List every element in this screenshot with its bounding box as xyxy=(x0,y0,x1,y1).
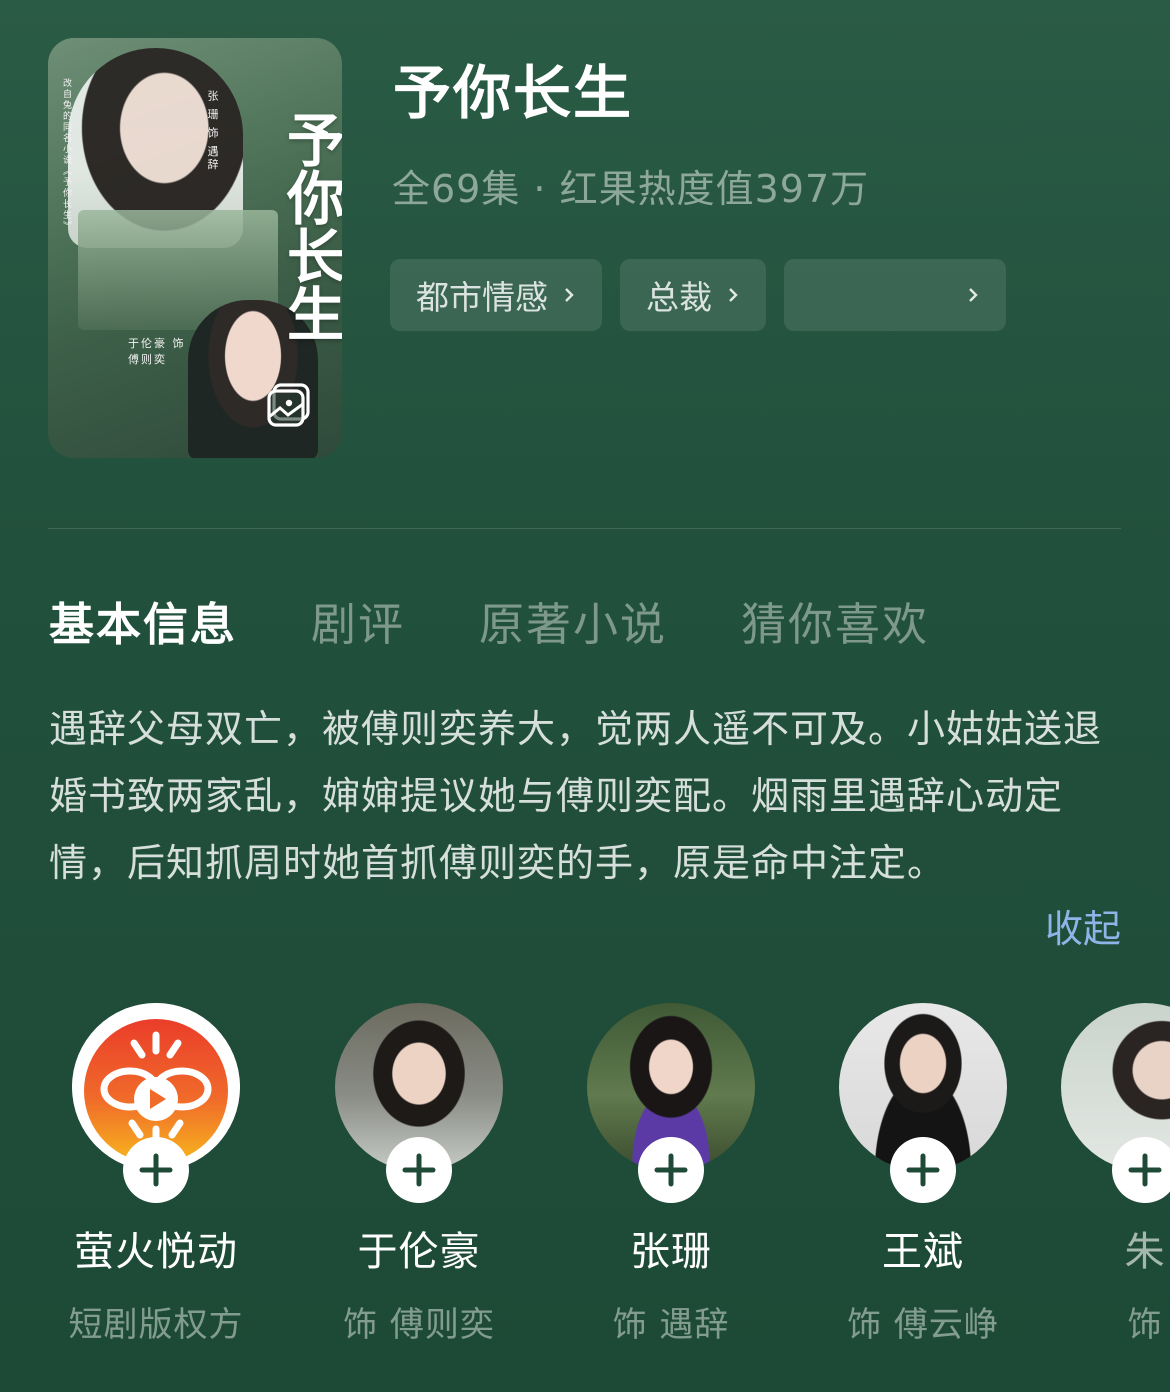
collapse-button[interactable]: 收起 xyxy=(1045,898,1121,953)
poster-calligraphy-title: 予你长生 xyxy=(277,110,342,342)
synopsis-text: 遇辞父母双亡，被傅则奕养大，觉两人遥不可及。小姑姑送退婚书致两家乱，婶婶提议她与… xyxy=(49,707,1103,885)
plus-icon xyxy=(139,1153,173,1187)
episode-heat-info: 全69集 · 红果热度值397万 xyxy=(392,167,870,211)
follow-button[interactable] xyxy=(386,1137,452,1203)
tag-more[interactable] xyxy=(784,259,1006,331)
cast-role: 饰 傅云峥 xyxy=(847,1305,999,1345)
cast-name: 朱 xyxy=(1124,1229,1166,1275)
drama-poster[interactable]: 予你长生 张 珊 饰 遇辞 改自兔的同名小说《予你长生》 于伦豪 饰 傅则奕 xyxy=(48,38,342,458)
avatar[interactable] xyxy=(335,1003,503,1203)
avatar[interactable] xyxy=(587,1003,755,1203)
poster-credit-bottom: 于伦豪 饰 傅则奕 xyxy=(128,337,186,366)
cast-name: 王斌 xyxy=(882,1229,964,1275)
avatar[interactable] xyxy=(72,1003,240,1203)
cast-role: 短剧版权方 xyxy=(68,1305,244,1345)
plus-icon xyxy=(654,1153,688,1187)
plus-icon xyxy=(906,1153,940,1187)
poster-credit-top: 张 珊 饰 遇辞 xyxy=(206,90,219,172)
tag-label: 总裁 xyxy=(646,278,712,317)
cast-role: 饰 xyxy=(1127,1305,1163,1345)
tag-label: 都市情感 xyxy=(416,278,548,317)
cast-name: 于伦豪 xyxy=(357,1229,481,1275)
cast-member[interactable]: 张珊 饰 遇辞 xyxy=(541,1003,801,1346)
tab-basic-info[interactable]: 基本信息 xyxy=(49,588,237,653)
chevron-right-icon xyxy=(565,288,574,302)
follow-button[interactable] xyxy=(890,1137,956,1203)
tag-urban-romance[interactable]: 都市情感 xyxy=(390,259,602,331)
cast-role: 饰 遇辞 xyxy=(612,1305,730,1345)
cast-role: 饰 傅则奕 xyxy=(343,1305,495,1345)
cast-list: 萤火悦动 短剧版权方 于伦豪 饰 傅则奕 张珊 饰 遇辞 王斌 饰 傅云峥 朱 … xyxy=(0,1003,1170,1392)
cast-name: 萤火悦动 xyxy=(74,1229,238,1275)
follow-button[interactable] xyxy=(638,1137,704,1203)
cast-member[interactable]: 王斌 饰 傅云峥 xyxy=(793,1003,1053,1346)
cast-member[interactable]: 朱 饰 xyxy=(1045,1003,1170,1346)
poster-credit-side: 改自兔的同名小说《予你长生》 xyxy=(61,78,71,232)
section-divider xyxy=(48,528,1121,529)
drama-title: 予你长生 xyxy=(393,59,634,127)
avatar[interactable] xyxy=(1061,1003,1170,1203)
follow-button[interactable] xyxy=(123,1137,189,1203)
plus-icon xyxy=(1128,1153,1162,1187)
follow-button[interactable] xyxy=(1112,1137,1170,1203)
avatar[interactable] xyxy=(839,1003,1007,1203)
plus-icon xyxy=(402,1153,436,1187)
detail-tabs: 基本信息 剧评 原著小说 猜你喜欢 xyxy=(49,588,1003,653)
tab-reviews[interactable]: 剧评 xyxy=(311,588,405,653)
tag-ceo[interactable]: 总裁 xyxy=(620,259,766,331)
tab-original-novel[interactable]: 原著小说 xyxy=(479,588,667,653)
tab-recommendations[interactable]: 猜你喜欢 xyxy=(741,588,929,653)
cast-member[interactable]: 萤火悦动 短剧版权方 xyxy=(26,1003,286,1346)
cast-name: 张珊 xyxy=(630,1229,712,1275)
chevron-right-icon xyxy=(969,288,978,302)
cast-member[interactable]: 于伦豪 饰 傅则奕 xyxy=(289,1003,549,1346)
tag-list: 都市情感 总裁 xyxy=(390,259,1006,331)
gallery-icon[interactable] xyxy=(266,382,312,428)
chevron-right-icon xyxy=(729,288,738,302)
